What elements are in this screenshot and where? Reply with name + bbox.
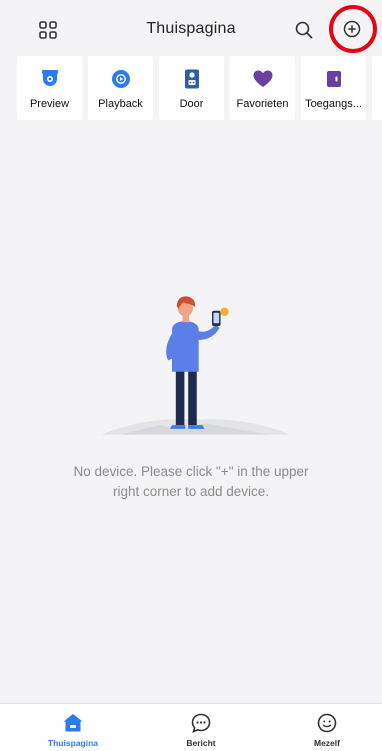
heart-icon <box>253 70 272 87</box>
empty-state-line-1: No device. Please click "+" in the upper <box>73 464 309 479</box>
quick-action-label: Playback <box>98 98 143 110</box>
quick-action-label: Preview <box>29 98 70 110</box>
quick-action-door[interactable]: Door <box>159 56 224 120</box>
grid-menu-button[interactable] <box>34 16 62 44</box>
tab-label: Thuispagina <box>47 738 99 748</box>
empty-state-line-2: right corner to add device. <box>112 484 270 499</box>
playback-icon <box>111 70 130 88</box>
quick-action-label: Favorieten <box>236 98 289 110</box>
quick-action-playback[interactable]: Playback <box>88 56 153 120</box>
profile-icon <box>317 713 337 733</box>
tab-label: Bericht <box>186 738 216 748</box>
empty-state-illustration-icon <box>101 296 291 435</box>
quick-action-label: Toegangs... <box>305 98 362 110</box>
top-bar: Thuispagina <box>0 0 382 54</box>
quick-action-bar: Preview Playback Door Favorieten Toegang… <box>0 56 382 122</box>
quick-action-label: Door <box>179 98 204 110</box>
tab-messages[interactable]: Bericht <box>161 712 241 748</box>
search-button[interactable] <box>290 16 318 44</box>
intercom-icon <box>184 69 199 89</box>
empty-state-message: No device. Please click "+" in the upper… <box>0 462 382 502</box>
bottom-tab-bar: Thuispagina Bericht Mezelf <box>0 703 382 751</box>
access-control-icon <box>326 71 341 87</box>
home-icon <box>63 714 83 732</box>
home-screen: Thuispagina Preview Playback Door Favori… <box>0 0 382 751</box>
tab-home[interactable]: Thuispagina <box>33 712 113 748</box>
quick-action-favorites[interactable]: Favorieten <box>230 56 295 120</box>
quick-action-more[interactable] <box>372 56 382 120</box>
tab-profile[interactable]: Mezelf <box>287 712 367 748</box>
message-icon <box>191 713 211 733</box>
tab-label: Mezelf <box>314 738 340 748</box>
camera-icon <box>41 70 58 86</box>
grid-menu-icon <box>39 21 57 39</box>
quick-action-access-control[interactable]: Toegangs... <box>301 56 366 120</box>
highlight-ring <box>329 5 377 53</box>
search-icon <box>295 21 313 39</box>
quick-action-preview[interactable]: Preview <box>17 56 82 120</box>
